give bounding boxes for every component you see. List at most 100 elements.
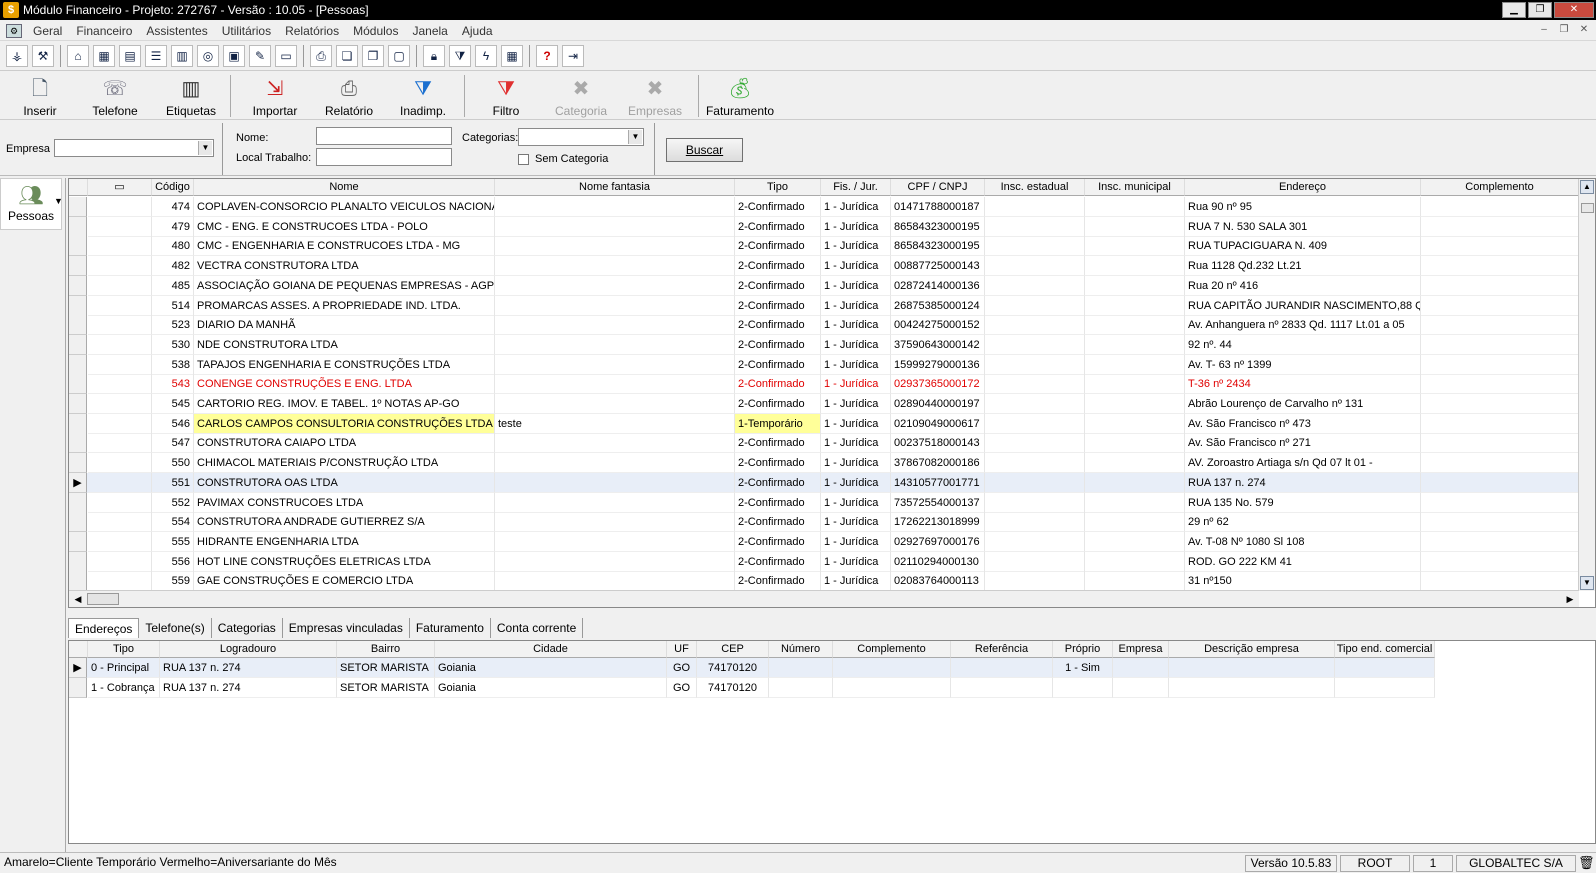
table-row[interactable]: 482 VECTRA CONSTRUTORA LTDA 2-Confirmado 1 …: [69, 256, 1579, 277]
vertical-scrollbar[interactable]: ▲ ▼: [1578, 179, 1595, 591]
row-selector[interactable]: [69, 275, 87, 296]
monitor-icon[interactable]: ▢: [388, 45, 410, 67]
column-header-complemento[interactable]: Complemento: [833, 641, 951, 658]
row-selector[interactable]: [69, 413, 87, 434]
local-trabalho-input[interactable]: [316, 148, 452, 166]
menu-ajuda[interactable]: Ajuda: [455, 24, 500, 38]
table-row[interactable]: 538 TAPAJOS ENGENHARIA E CONSTRUÇÕES LTDA…: [69, 354, 1579, 375]
row-selector[interactable]: [69, 492, 87, 513]
maximize-button[interactable]: ❐: [1528, 2, 1552, 18]
copy-icon[interactable]: ❏: [336, 45, 358, 67]
menu-relatorios[interactable]: Relatórios: [278, 24, 346, 38]
minimize-button[interactable]: ▁: [1502, 2, 1526, 18]
table-row[interactable]: 552 PAVIMAX CONSTRUCOES LTDA 2-Confirmado 1…: [69, 492, 1579, 513]
row-selector[interactable]: [69, 678, 87, 698]
column-header-insc-municipal[interactable]: Insc. municipal: [1085, 179, 1185, 196]
row-selector[interactable]: [69, 197, 87, 217]
column-header-complemento[interactable]: Complemento: [1421, 179, 1579, 196]
row-selector[interactable]: [69, 216, 87, 237]
trash-icon[interactable]: 🗑︎: [1578, 855, 1595, 871]
tab-empresas-vinculadas[interactable]: Empresas vinculadas: [283, 618, 410, 638]
map-icon[interactable]: ▦: [93, 45, 115, 67]
close-button[interactable]: ✕: [1554, 2, 1594, 18]
row-selector[interactable]: [69, 256, 87, 277]
horizontal-scrollbar[interactable]: ◀ ▶: [69, 590, 1579, 607]
column-header-descricao-empresa[interactable]: Descrição empresa: [1169, 641, 1335, 658]
menu-janela[interactable]: Janela: [405, 24, 454, 38]
column-header-codigo[interactable]: Código: [152, 179, 194, 196]
table-row[interactable]: 547 CONSTRUTORA CAIAPO LTDA 2-Confirmado 1 …: [69, 433, 1579, 454]
row-selector[interactable]: [69, 295, 87, 316]
column-header-cep[interactable]: CEP: [697, 641, 769, 658]
menu-utilitarios[interactable]: Utilitários: [215, 24, 278, 38]
mdi-minimize-button[interactable]: ‒: [1536, 23, 1552, 38]
calculator-icon[interactable]: ▦: [501, 45, 523, 67]
card-icon[interactable]: ▭: [275, 45, 297, 67]
categorias-select[interactable]: ▼: [518, 128, 644, 146]
mdi-restore-button[interactable]: ❐: [1556, 23, 1572, 38]
row-selector[interactable]: [69, 236, 87, 257]
row-selector[interactable]: [69, 571, 87, 592]
column-header-fis-jur[interactable]: Fis. / Jur.: [821, 179, 891, 196]
table-row[interactable]: 543 CONENGE CONSTRUÇÕES E ENG. LTDA 2-Conf…: [69, 374, 1579, 395]
tab-categorias[interactable]: Categorias: [212, 618, 283, 638]
scroll-down-button[interactable]: ▼: [1580, 576, 1594, 590]
scroll-thumb[interactable]: [1581, 203, 1594, 213]
relatorio-button[interactable]: ⎙ Relatório: [318, 74, 380, 120]
table-row[interactable]: 514 PROMARCAS ASSES. A PROPRIEDADE IND. L…: [69, 295, 1579, 316]
scroll-up-button[interactable]: ▲: [1580, 180, 1594, 194]
column-header-cidade[interactable]: Cidade: [435, 641, 667, 658]
row-selector[interactable]: [69, 315, 87, 336]
column-header-tipo[interactable]: Tipo: [88, 641, 160, 658]
home-icon[interactable]: ⌂: [67, 45, 89, 67]
paste-icon[interactable]: ❐: [362, 45, 384, 67]
menu-geral[interactable]: Geral: [26, 24, 69, 38]
tab-conta-corrente[interactable]: Conta corrente: [491, 618, 584, 638]
globe-icon[interactable]: ◎: [197, 45, 219, 67]
menu-modulos[interactable]: Módulos: [346, 24, 405, 38]
menu-financeiro[interactable]: Financeiro: [69, 24, 139, 38]
table-row[interactable]: 1 - Cobrança RUA 137 n. 274 SETOR MARISTA G…: [69, 678, 1435, 698]
column-header-tipo-end-comercial[interactable]: Tipo end. comercial: [1335, 641, 1435, 658]
importar-button[interactable]: ⇲ Importar: [244, 74, 306, 120]
inadimp-button[interactable]: ⧩ Inadimp.: [392, 74, 454, 120]
tab-faturamento[interactable]: Faturamento: [410, 618, 491, 638]
column-header-insc-estadual[interactable]: Insc. estadual: [985, 179, 1085, 196]
scroll-thumb[interactable]: [87, 593, 119, 605]
filtro-button[interactable]: ⧩ Filtro: [476, 74, 536, 120]
table-row[interactable]: 555 HIDRANTE ENGENHARIA LTDA 2-Confirmado 1…: [69, 531, 1579, 552]
telefone-button[interactable]: ☏ Telefone: [82, 74, 148, 120]
row-selector[interactable]: [69, 374, 87, 395]
etiquetas-button[interactable]: ▥ Etiquetas: [160, 74, 222, 120]
pencil-icon[interactable]: ✎: [249, 45, 271, 67]
column-header-logradouro[interactable]: Logradouro: [160, 641, 337, 658]
column-header-uf[interactable]: UF: [667, 641, 697, 658]
books-icon[interactable]: ▥: [171, 45, 193, 67]
table-row[interactable]: 485 ASSOCIAÇÃO GOIANA DE PEQUENAS EMPRESA…: [69, 275, 1579, 296]
column-header-numero[interactable]: Número: [769, 641, 833, 658]
menu-assistentes[interactable]: Assistentes: [139, 24, 214, 38]
column-options-header[interactable]: ▭: [88, 179, 152, 196]
table-row[interactable]: 545 CARTORIO REG. IMOV. E TABEL. 1º NOTAS…: [69, 394, 1579, 414]
scroll-right-button[interactable]: ▶: [1563, 592, 1577, 606]
pessoas-button[interactable]: 👥︎ Pessoas: [0, 178, 62, 230]
calendar-icon[interactable]: ▣: [223, 45, 245, 67]
row-selector[interactable]: [69, 394, 87, 414]
row-selector[interactable]: ▶: [69, 658, 87, 678]
row-selector[interactable]: [69, 453, 87, 474]
table-row[interactable]: 523 DIARIO DA MANHÃ 2-Confirmado 1 - Jurídi…: [69, 315, 1579, 336]
chevron-down-icon[interactable]: ▼: [198, 141, 212, 155]
column-header-proprio[interactable]: Próprio: [1053, 641, 1113, 658]
system-menu-icon[interactable]: ⚙: [6, 23, 22, 38]
table-row[interactable]: 556 HOT LINE CONSTRUÇÕES ELETRICAS LTDA 2-…: [69, 551, 1579, 572]
table-row[interactable]: 550 CHIMACOL MATERIAIS P/CONSTRUÇÃO LTDA 2…: [69, 453, 1579, 474]
print-icon[interactable]: ⎙: [310, 45, 332, 67]
tab-telefones[interactable]: Telefone(s): [139, 618, 212, 638]
row-selector[interactable]: [69, 334, 87, 355]
scroll-left-button[interactable]: ◀: [71, 592, 85, 606]
table-row[interactable]: 559 GAE CONSTRUÇÕES E COMERCIO LTDA 2-Conf…: [69, 571, 1579, 592]
table-row[interactable]: 474 COPLAVEN-CONSORCIO PLANALTO VEICULOS …: [69, 197, 1579, 217]
table-row[interactable]: 530 NDE CONSTRUTORA LTDA 2-Confirmado 1 - J…: [69, 334, 1579, 355]
column-header-nome-fantasia[interactable]: Nome fantasia: [495, 179, 735, 196]
exit-icon[interactable]: ⇥: [562, 45, 584, 67]
